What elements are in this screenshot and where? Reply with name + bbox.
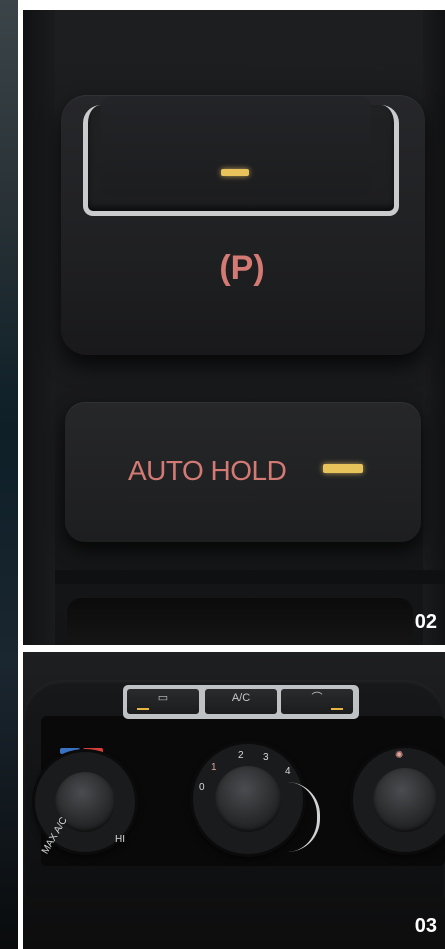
fan-speed-1: 1	[211, 762, 217, 773]
auto-hold-label: AUTO HOLD	[128, 455, 287, 486]
ac-label: A/C	[231, 692, 251, 704]
console-right-side	[423, 10, 445, 645]
storage-bin	[67, 598, 413, 645]
left-edge-photo	[0, 0, 18, 949]
air-distribution-knob[interactable]	[373, 768, 437, 832]
parking-brake-photo: (P) AUTO HOLD 02	[23, 0, 445, 645]
fan-speed-4: 4	[285, 766, 291, 777]
fan-speed-knob[interactable]	[215, 766, 281, 832]
console-bin-rim	[55, 570, 445, 584]
rear-defrost-button[interactable]: ▭	[127, 689, 199, 714]
fan-speed-0: 0	[199, 782, 205, 793]
parking-brake-icon: (P)	[219, 249, 265, 287]
parking-brake-lever-top	[101, 96, 371, 196]
page-number-02: 02	[414, 611, 437, 633]
climate-control-photo: ▭ A/C ⌒ MAX A/C HI 0 1 2 3 4 ✺ 03	[23, 652, 445, 949]
rear-defrost-icon: ▭	[157, 692, 169, 704]
hi-label: HI	[115, 834, 125, 845]
fan-speed-3: 3	[263, 752, 269, 763]
recirculation-icon: ⌒	[311, 692, 323, 704]
page-number-03: 03	[414, 915, 437, 937]
recirculation-button[interactable]: ⌒	[281, 689, 353, 714]
console-left-side	[23, 10, 55, 645]
recirculation-indicator	[331, 708, 343, 710]
auto-hold-indicator-light	[323, 464, 363, 473]
fan-speed-2: 2	[238, 750, 244, 761]
parking-brake-indicator-light	[221, 169, 249, 176]
windshield-defrost-icon: ✺	[395, 750, 404, 761]
ac-button[interactable]: A/C	[205, 689, 277, 714]
rear-defrost-indicator	[137, 708, 149, 710]
horizontal-divider	[23, 645, 445, 652]
top-border	[23, 0, 445, 10]
